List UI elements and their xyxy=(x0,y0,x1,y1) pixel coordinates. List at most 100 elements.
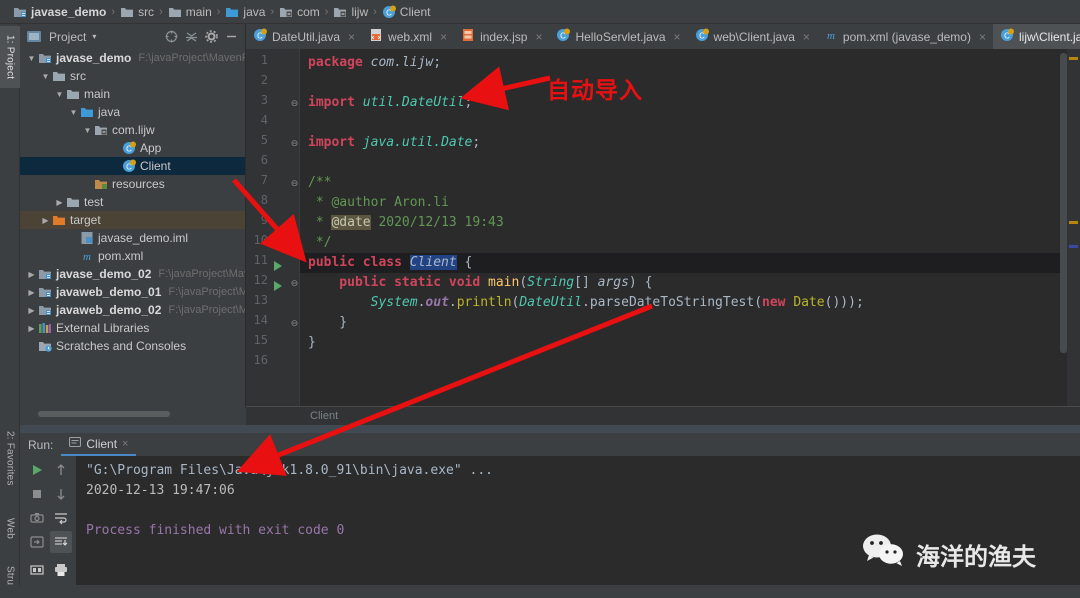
editor-code-area[interactable]: package com.lijw; import util.DateUtil; im… xyxy=(300,49,1080,406)
hide-icon[interactable] xyxy=(221,27,241,47)
breadcrumb-item-lijw[interactable]: lijw xyxy=(330,0,371,24)
close-icon[interactable]: × xyxy=(440,30,447,44)
tree-item-pom-xml[interactable]: m pom.xml xyxy=(20,247,245,265)
gear-icon[interactable] xyxy=(201,27,221,47)
tree-item-target[interactable]: ▶ target xyxy=(20,211,245,229)
status-bar xyxy=(0,585,1080,598)
breadcrumb-item-src[interactable]: src xyxy=(117,0,157,24)
fold-marker-icon[interactable]: ⊖ xyxy=(290,179,299,188)
run-gutter-icon[interactable] xyxy=(273,258,283,271)
close-icon[interactable]: × xyxy=(803,30,810,44)
chevron-down-icon[interactable]: ▼ xyxy=(54,90,65,99)
tree-item-resources[interactable]: resources xyxy=(20,175,245,193)
tree-item-main[interactable]: ▼ main xyxy=(20,85,245,103)
editor-vertical-scrollbar[interactable] xyxy=(1060,53,1067,353)
tree-item-javaweb-demo-01[interactable]: ▶ javaweb_demo_01 F:\javaProject\Mav xyxy=(20,283,245,301)
chevron-right-icon[interactable]: ▶ xyxy=(26,288,37,297)
line-number: 12 xyxy=(253,273,268,287)
layout-icon[interactable] xyxy=(26,559,48,581)
tree-item-javase-demo-iml[interactable]: javase_demo.iml xyxy=(20,229,245,247)
breadcrumb: javase_demo › src › main › java › com › lijw › C Clie… xyxy=(0,0,1080,24)
code-token: ; xyxy=(464,95,473,110)
tree-item-javase-demo[interactable]: ▼ javase_demo F:\javaProject\MavenPra xyxy=(20,49,245,67)
sidebar-tab-web[interactable]: Web xyxy=(0,508,20,548)
code-editor[interactable]: 1 2 3 4 5 6 7 8 9 10 11 12 13 14 15 16 ⊖ ⊖ ⊖ ⊖ ⊖ ⊖ package co… xyxy=(246,49,1080,406)
tree-item-src[interactable]: ▼ src xyxy=(20,67,245,85)
scroll-down-icon[interactable] xyxy=(50,483,72,505)
run-tab-client[interactable]: Client × xyxy=(61,433,137,456)
chevron-down-icon[interactable]: ▼ xyxy=(40,72,51,81)
breadcrumb-item-main[interactable]: main xyxy=(165,0,215,24)
stop-icon[interactable] xyxy=(26,483,48,505)
editor-tab-web-client-java[interactable]: Cweb\Client.java × xyxy=(688,24,817,49)
tree-item-javaweb-demo-02[interactable]: ▶ javaweb_demo_02 F:\javaProject\Mav xyxy=(20,301,245,319)
chevron-right-icon[interactable]: ▶ xyxy=(54,198,65,207)
editor-breadcrumb[interactable]: Client xyxy=(246,406,1080,425)
collapse-all-icon[interactable] xyxy=(181,27,201,47)
close-icon[interactable]: × xyxy=(535,30,542,44)
tree-item-app[interactable]: C App xyxy=(20,139,245,157)
chevron-down-icon[interactable]: ▾ xyxy=(92,32,96,41)
fold-marker-icon[interactable]: ⊖ xyxy=(290,319,299,328)
tree-item-com-lijw[interactable]: ▼ com.lijw xyxy=(20,121,245,139)
tree-item-client[interactable]: C Client xyxy=(20,157,245,175)
chevron-down-icon[interactable]: ▼ xyxy=(82,126,93,135)
run-label: Run: xyxy=(28,437,54,452)
breadcrumb-item-javase-demo[interactable]: javase_demo xyxy=(10,0,109,24)
editor-tab-dateutil-java[interactable]: C DateUtil.java × xyxy=(246,24,362,49)
xml-file-icon xyxy=(369,28,383,45)
rerun-icon[interactable] xyxy=(26,459,48,481)
close-icon[interactable]: × xyxy=(122,438,128,450)
tree-item-label: test xyxy=(84,195,104,209)
fold-marker-icon[interactable]: ⊖ xyxy=(290,279,299,288)
scroll-up-icon[interactable] xyxy=(50,459,72,481)
wechat-icon xyxy=(862,534,906,574)
breadcrumb-separator: › xyxy=(111,5,116,18)
editor-console-splitter[interactable] xyxy=(20,425,1080,433)
code-token: @date xyxy=(331,215,371,230)
run-gutter-icon[interactable] xyxy=(273,278,283,291)
chevron-right-icon[interactable]: ▶ xyxy=(40,216,51,225)
console-line: 2020-12-13 19:47:06 xyxy=(86,483,235,498)
code-token: println xyxy=(456,295,512,310)
camera-icon[interactable] xyxy=(26,507,48,529)
scroll-to-end-icon[interactable] xyxy=(50,531,72,553)
close-icon[interactable]: × xyxy=(674,30,681,44)
sidebar-tab-project[interactable]: 1: Project xyxy=(0,26,20,88)
editor-marker-bar[interactable] xyxy=(1067,49,1080,406)
breadcrumb-item-java[interactable]: java xyxy=(222,0,268,24)
tree-item-java[interactable]: ▼ java xyxy=(20,103,245,121)
tree-item-scratches-and-consoles[interactable]: Scratches and Consoles xyxy=(20,337,245,355)
fold-marker-icon[interactable]: ⊖ xyxy=(290,139,299,148)
project-tree[interactable]: ▼javase_demoF:\javaProject\MavenPra▼src▼… xyxy=(20,49,245,406)
print-icon[interactable] xyxy=(50,559,72,581)
fold-marker-icon[interactable]: ⊖ xyxy=(290,239,299,248)
tree-item-javase-demo-02[interactable]: ▶ javase_demo_02 F:\javaProject\Maven xyxy=(20,265,245,283)
code-line: */ xyxy=(308,233,332,253)
close-icon[interactable]: × xyxy=(348,30,355,44)
soft-wrap-icon[interactable] xyxy=(50,507,72,529)
close-icon[interactable]: × xyxy=(979,30,986,44)
editor-tab-index-jsp[interactable]: index.jsp × xyxy=(454,24,549,49)
editor-tab-lijw-client-java[interactable]: Clijw\Client.java× xyxy=(992,24,1080,49)
sidebar-tab-favorites[interactable]: 2: Favorites xyxy=(0,420,20,496)
chevron-right-icon[interactable]: ▶ xyxy=(26,306,37,315)
chevron-right-icon[interactable]: ▶ xyxy=(26,324,37,333)
breadcrumb-item-com[interactable]: com xyxy=(276,0,323,24)
run-toolbar[interactable] xyxy=(20,456,76,598)
chevron-down-icon[interactable]: ▼ xyxy=(68,108,79,117)
chevron-right-icon[interactable]: ▶ xyxy=(26,270,37,279)
breadcrumb-item-client[interactable]: C Client xyxy=(379,0,434,24)
editor-tab-web-xml[interactable]: web.xml × xyxy=(362,24,454,49)
tree-item-test[interactable]: ▶ test xyxy=(20,193,245,211)
editor-tab-pom-xml--javase-demo-[interactable]: m pom.xml (javase_demo) × xyxy=(817,24,993,49)
project-horizontal-scrollbar[interactable] xyxy=(20,408,246,420)
editor-gutter[interactable]: 1 2 3 4 5 6 7 8 9 10 11 12 13 14 15 16 ⊖ ⊖ ⊖ ⊖ ⊖ ⊖ xyxy=(246,49,300,406)
fold-marker-icon[interactable]: ⊖ xyxy=(290,99,299,108)
code-token: * xyxy=(308,195,332,210)
editor-tab-helloservlet-java[interactable]: C HelloServlet.java × xyxy=(549,24,687,49)
tree-item-external-libraries[interactable]: ▶ External Libraries xyxy=(20,319,245,337)
export-icon[interactable] xyxy=(26,531,48,553)
chevron-down-icon[interactable]: ▼ xyxy=(26,54,37,63)
locate-icon[interactable] xyxy=(161,27,181,47)
